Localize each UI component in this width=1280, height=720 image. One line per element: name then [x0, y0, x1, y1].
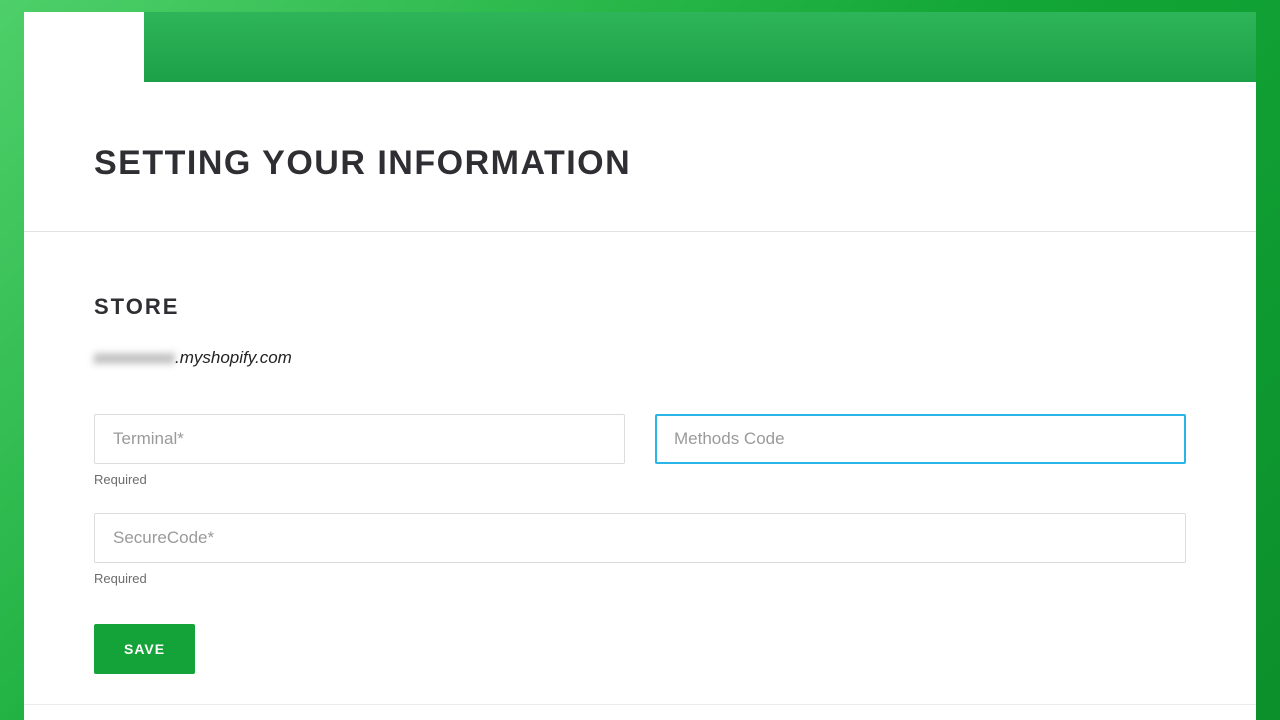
bottom-divider	[24, 704, 1256, 705]
tab-bar	[24, 12, 1256, 82]
section-divider	[24, 231, 1256, 232]
terminal-group: Required	[94, 414, 625, 487]
store-url-masked: xxxxxxxxx	[94, 348, 175, 368]
store-url-suffix: .myshopify.com	[175, 348, 292, 367]
page-title: Setting Your Information	[94, 144, 1186, 183]
page-card: Setting Your Information Store xxxxxxxxx…	[24, 12, 1256, 720]
form-row-2: Required	[94, 513, 1186, 586]
secure-code-group: Required	[94, 513, 1186, 586]
methods-code-group	[655, 414, 1186, 487]
form-row-1: Required	[94, 414, 1186, 487]
secure-code-helper: Required	[94, 571, 1186, 586]
save-button[interactable]: SAVE	[94, 624, 195, 674]
terminal-helper: Required	[94, 472, 625, 487]
content-area: Setting Your Information Store xxxxxxxxx…	[24, 144, 1256, 705]
methods-code-input[interactable]	[655, 414, 1186, 464]
secure-code-input[interactable]	[94, 513, 1186, 563]
terminal-input[interactable]	[94, 414, 625, 464]
store-section-title: Store	[94, 294, 1186, 320]
store-url: xxxxxxxxx.myshopify.com	[94, 348, 1186, 368]
